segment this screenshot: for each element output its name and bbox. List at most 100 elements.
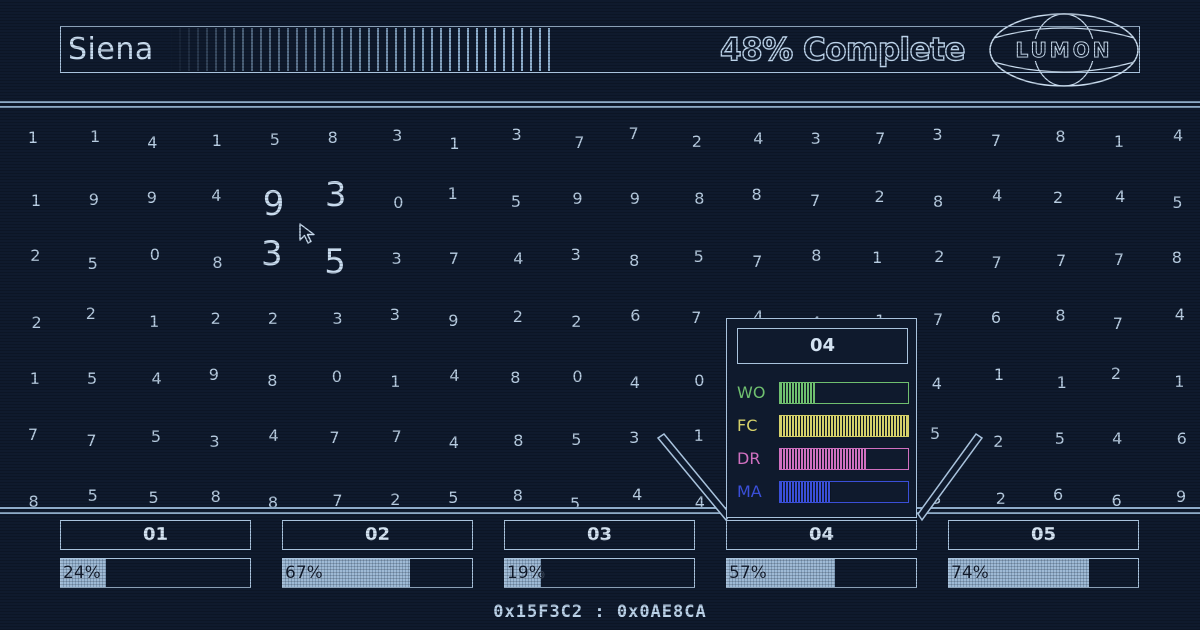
grid-number[interactable]: 8 [926, 192, 950, 212]
grid-number[interactable]: 2 [1104, 364, 1128, 384]
grid-number[interactable]: 8 [1049, 127, 1073, 147]
grid-number[interactable]: 3 [385, 126, 409, 146]
grid-number[interactable]: 1 [83, 127, 107, 147]
grid-number[interactable]: 8 [204, 487, 228, 507]
grid-number[interactable]: 1 [142, 312, 166, 332]
grid-number[interactable]: 2 [564, 312, 588, 332]
grid-number[interactable]: 8 [206, 253, 230, 273]
grid-number[interactable]: 4 [925, 374, 949, 394]
grid-number[interactable]: 5 [564, 430, 588, 450]
grid-number[interactable]: 1 [1107, 132, 1131, 152]
grid-number-selected[interactable]: 5 [315, 242, 355, 282]
grid-number[interactable]: 7 [326, 491, 350, 508]
grid-number[interactable]: 5 [81, 254, 105, 274]
grid-number[interactable]: 4 [145, 369, 169, 389]
grid-number[interactable]: 1 [441, 184, 465, 204]
grid-number[interactable]: 5 [144, 427, 168, 447]
grid-number[interactable]: 7 [926, 310, 950, 330]
grid-number[interactable]: 8 [687, 189, 711, 209]
grid-number[interactable]: 4 [506, 249, 530, 269]
grid-number[interactable]: 9 [140, 188, 164, 208]
grid-number[interactable]: 1 [987, 365, 1011, 385]
grid-number[interactable]: 7 [622, 124, 646, 144]
grid-number[interactable]: 1 [205, 131, 229, 151]
grid-number[interactable]: 9 [623, 189, 647, 209]
grid-number[interactable]: 7 [803, 191, 827, 211]
grid-number[interactable]: 3 [385, 249, 409, 269]
grid-number[interactable]: 3 [326, 309, 350, 329]
grid-number[interactable]: 4 [625, 485, 649, 505]
grid-number[interactable]: 1 [1050, 373, 1074, 393]
grid-number[interactable]: 9 [202, 365, 226, 385]
grid-number[interactable]: 2 [506, 307, 530, 327]
grid-number[interactable]: 6 [984, 308, 1008, 328]
grid-number[interactable]: 3 [804, 129, 828, 149]
grid-number-selected[interactable]: 3 [316, 175, 356, 215]
grid-number[interactable]: 7 [1107, 250, 1131, 270]
grid-number[interactable]: 7 [984, 131, 1008, 151]
grid-number[interactable]: 2 [989, 489, 1013, 508]
grid-number[interactable]: 4 [1108, 187, 1132, 207]
grid-number[interactable]: 4 [746, 129, 770, 149]
grid-number[interactable]: 0 [143, 245, 167, 265]
grid-number[interactable]: 1 [383, 372, 407, 392]
grid-number[interactable]: 5 [81, 486, 105, 506]
grid-number[interactable]: 0 [386, 193, 410, 213]
grid-number[interactable]: 8 [22, 492, 46, 508]
grid-number[interactable]: 7 [567, 133, 591, 153]
grid-number[interactable]: 7 [21, 425, 45, 445]
grid-number[interactable]: 9 [441, 311, 465, 331]
grid-number[interactable]: 1 [21, 128, 45, 148]
grid-number[interactable]: 0 [325, 367, 349, 387]
grid-number-selected[interactable]: 9 [254, 184, 294, 224]
grid-number[interactable]: 2 [261, 309, 285, 329]
grid-number[interactable]: 8 [804, 246, 828, 266]
grid-number[interactable]: 5 [687, 247, 711, 267]
grid-number[interactable]: 3 [505, 125, 529, 145]
grid-number[interactable]: 6 [1046, 485, 1070, 505]
grid-number[interactable]: 4 [623, 373, 647, 393]
grid-number[interactable]: 8 [622, 251, 646, 271]
grid-number[interactable]: 7 [80, 431, 104, 451]
grid-number[interactable]: 8 [1049, 306, 1073, 326]
grid-number[interactable]: 4 [1168, 305, 1192, 325]
grid-number[interactable]: 4 [1105, 429, 1129, 449]
grid-number[interactable]: 5 [80, 369, 104, 389]
grid-number[interactable]: 1 [24, 191, 48, 211]
grid-number[interactable]: 8 [506, 431, 530, 451]
grid-number[interactable]: 4 [140, 133, 164, 153]
grid-number[interactable]: 1 [23, 369, 47, 389]
grid-number[interactable]: 1 [443, 134, 467, 154]
grid-number[interactable]: 2 [79, 304, 103, 324]
grid-number[interactable]: 7 [323, 428, 347, 448]
grid-number-selected[interactable]: 3 [252, 234, 292, 274]
grid-number[interactable]: 4 [1166, 126, 1190, 146]
grid-number[interactable]: 2 [685, 132, 709, 152]
grid-number[interactable]: 8 [503, 368, 527, 388]
grid-number[interactable]: 7 [442, 249, 466, 269]
grid-number[interactable]: 5 [142, 488, 166, 508]
grid-number[interactable]: 5 [1166, 193, 1190, 213]
grid-number[interactable]: 3 [564, 245, 588, 265]
grid-number[interactable]: 7 [385, 427, 409, 447]
grid-number[interactable]: 2 [868, 187, 892, 207]
grid-number[interactable]: 8 [261, 493, 285, 508]
grid-number[interactable]: 4 [443, 366, 467, 386]
grid-number[interactable]: 0 [687, 371, 711, 391]
grid-number[interactable]: 5 [263, 130, 287, 150]
grid-number[interactable]: 2 [23, 246, 47, 266]
grid-number[interactable]: 2 [204, 309, 228, 329]
grid-number[interactable]: 9 [82, 190, 106, 210]
grid-number[interactable]: 8 [260, 371, 284, 391]
grid-number[interactable]: 5 [563, 494, 587, 508]
grid-number[interactable]: 7 [745, 252, 769, 272]
grid-number[interactable]: 2 [25, 313, 49, 333]
grid-number[interactable]: 6 [623, 306, 647, 326]
grid-number[interactable]: 7 [985, 253, 1009, 273]
grid-number[interactable]: 5 [1048, 429, 1072, 449]
number-grid[interactable]: 1141583137724373781419949301599887284245… [0, 108, 1200, 508]
grid-number[interactable]: 2 [383, 490, 407, 508]
grid-number[interactable]: 1 [865, 248, 889, 268]
grid-number[interactable]: 3 [926, 125, 950, 145]
grid-number[interactable]: 1 [1167, 372, 1191, 392]
